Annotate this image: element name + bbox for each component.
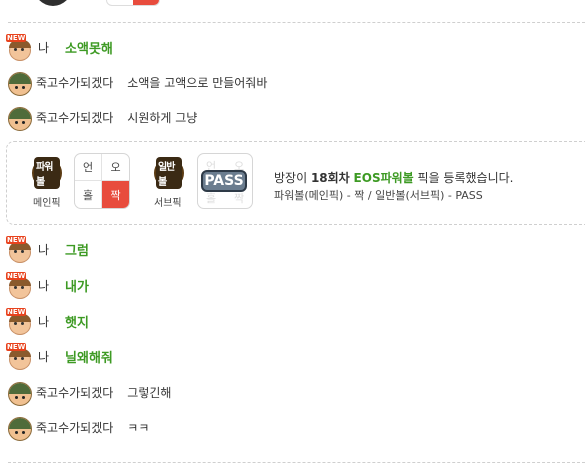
- chat-message: 죽고수가되겠다 시원하게 그냥: [6, 104, 198, 131]
- soldier-avatar-icon[interactable]: [6, 69, 32, 96]
- chat-nickname[interactable]: 나: [38, 348, 49, 365]
- soldier-avatar-icon[interactable]: [6, 379, 32, 406]
- chat-nickname[interactable]: 죽고수가되겠다: [36, 109, 113, 126]
- sub-pick-caption: 서브픽: [154, 198, 182, 209]
- pick-cell-even-selected[interactable]: 짝: [102, 181, 129, 208]
- chat-message: NEW 나 소액못해: [6, 34, 113, 61]
- soldier-avatar-icon[interactable]: [6, 414, 32, 441]
- chat-nickname[interactable]: 나: [38, 241, 49, 258]
- notice-game: EOS파워볼: [353, 171, 414, 185]
- pick-cell-odd[interactable]: 홀: [75, 181, 102, 208]
- chat-message: 죽고수가되겠다 소액을 고액으로 만들어줘바: [6, 69, 268, 96]
- pick-cell-odd: 홀: [206, 192, 217, 205]
- new-user-avatar-icon[interactable]: NEW: [6, 308, 32, 335]
- new-badge-icon: NEW: [6, 272, 27, 280]
- chat-nickname[interactable]: 죽고수가되겠다: [36, 384, 113, 401]
- notice-prefix: 방장이: [274, 171, 311, 185]
- new-badge-icon: NEW: [6, 34, 27, 42]
- pick-cell-over[interactable]: 오: [102, 154, 129, 181]
- powerball-label: 파워볼: [34, 157, 60, 189]
- new-badge-icon: NEW: [6, 236, 27, 244]
- new-user-avatar-icon[interactable]: NEW: [6, 34, 32, 61]
- notice-summary: 파워볼(메인픽) - 짝 / 일반볼(서브픽) - PASS: [274, 189, 483, 202]
- chat-text: 시원하게 그냥: [127, 110, 198, 125]
- chat-message: NEW 나 내가: [6, 272, 89, 299]
- pick-notice-text: 방장이 18회차 EOS파워볼 픽을 등록했습니다. 파워볼(메인픽) - 짝 …: [274, 169, 513, 205]
- new-badge-icon: NEW: [6, 308, 27, 316]
- divider: [8, 22, 585, 23]
- chat-nickname[interactable]: 나: [38, 39, 49, 56]
- new-user-avatar-icon[interactable]: NEW: [6, 236, 32, 263]
- new-badge-icon: NEW: [6, 343, 27, 351]
- chat-text: 그럼: [65, 243, 89, 259]
- chat-nickname[interactable]: 죽고수가되겠다: [36, 419, 113, 436]
- normalball-label: 일반볼: [156, 157, 182, 189]
- pick-card-fragment: [106, 0, 160, 6]
- chat-message: NEW 나 그럼: [6, 236, 89, 263]
- chat-message: NEW 나 햇지: [6, 308, 89, 335]
- chat-message: 죽고수가되겠다 ㅋㅋ: [6, 414, 150, 441]
- new-user-avatar-icon[interactable]: NEW: [6, 343, 32, 370]
- chat-text: 햇지: [65, 315, 89, 331]
- chat-nickname[interactable]: 죽고수가되겠다: [36, 74, 113, 91]
- pick-cell-even: 짝: [234, 192, 245, 205]
- notice-suffix: 픽을 등록했습니다.: [413, 171, 514, 185]
- chat-message: 죽고수가되겠다 그렇긴해: [6, 379, 172, 406]
- main-pick-caption: 메인픽: [33, 198, 61, 209]
- avatar-icon: [34, 0, 72, 6]
- soldier-avatar-icon[interactable]: [6, 104, 32, 131]
- previous-message-fragment: [0, 0, 585, 22]
- notice-round: 18회차: [310, 171, 350, 185]
- powerball-icon: 파워볼: [32, 157, 62, 189]
- chat-nickname[interactable]: 나: [38, 277, 49, 294]
- chat-text: 소액을 고액으로 만들어줘바: [127, 75, 268, 90]
- normalball-icon: 일반볼: [154, 157, 184, 189]
- sub-pick-grid: 언 오 홀 짝 PASS: [197, 153, 253, 209]
- chat-nickname[interactable]: 나: [38, 313, 49, 330]
- chat-text: 닐왜해줘: [65, 350, 113, 366]
- chat-text: 그렇긴해: [127, 385, 172, 400]
- new-user-avatar-icon[interactable]: NEW: [6, 272, 32, 299]
- pass-badge-icon: PASS: [201, 170, 247, 192]
- chat-message: NEW 나 닐왜해줘: [6, 343, 113, 370]
- main-pick-grid: 언 오 홀 짝: [74, 153, 130, 209]
- pick-cell-under[interactable]: 언: [75, 154, 102, 181]
- pick-notice-card: 파워볼 메인픽 언 오 홀 짝 일반볼 서브픽 언 오 홀 짝 PASS 방장이…: [6, 141, 585, 225]
- chat-text: ㅋㅋ: [127, 420, 150, 435]
- chat-text: 소액못해: [65, 41, 113, 57]
- chat-text: 내가: [65, 279, 89, 295]
- divider: [8, 462, 585, 463]
